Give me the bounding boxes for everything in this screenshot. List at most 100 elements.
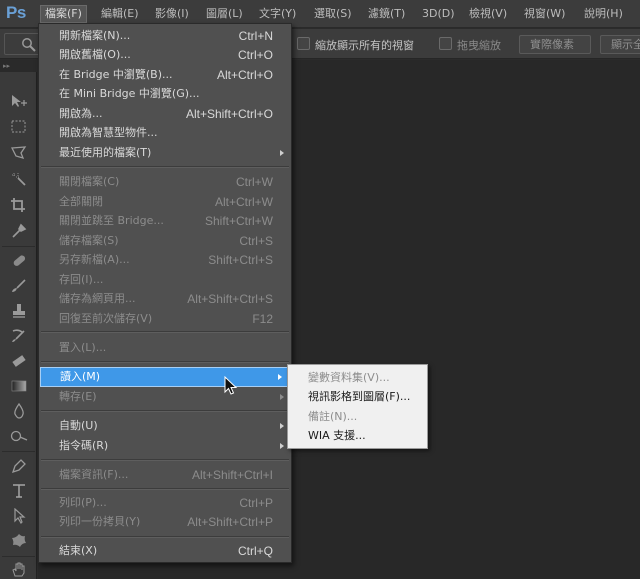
menu-item-check-in[interactable]: 存回(I)... <box>39 270 291 290</box>
menu-item-shortcut: Shift+Ctrl+W <box>204 214 273 228</box>
submenu-arrow-icon <box>280 150 284 156</box>
tool-preset-picker[interactable] <box>4 33 40 55</box>
hand-icon <box>12 562 25 577</box>
menu-item-export[interactable]: 轉存(E) <box>39 387 291 407</box>
menu-item-open-recent[interactable]: 最近使用的檔案(T) <box>39 143 291 163</box>
menu-item-import[interactable]: 讀入(M) <box>40 367 290 387</box>
menu-item-shortcut: F12 <box>252 312 273 326</box>
menu-item-shortcut: Alt+Shift+Ctrl+O <box>185 107 273 121</box>
lasso-tool[interactable] <box>6 142 32 164</box>
stamp-icon <box>13 304 25 318</box>
menu-item-label: 最近使用的檔案(T) <box>59 146 152 159</box>
eraser-tool[interactable] <box>6 350 32 372</box>
menu-item-label: 列印(P)... <box>59 496 107 509</box>
tools-divider <box>2 556 35 557</box>
scrubby-zoom-checkbox[interactable] <box>439 37 452 50</box>
menu-type[interactable]: 文字(Y) <box>255 5 300 23</box>
menu-item-shortcut: Ctrl+Q <box>237 544 273 558</box>
menu-item-automate[interactable]: 自動(U) <box>39 416 291 436</box>
menu-item-file-info[interactable]: 檔案資訊(F)... Alt+Shift+Ctrl+I <box>39 465 291 485</box>
menu-item-scripts[interactable]: 指令碼(R) <box>39 436 291 456</box>
menu-item-open[interactable]: 開啟舊檔(O)... Ctrl+O <box>39 45 291 65</box>
menu-item-label: 全部關閉 <box>59 195 103 208</box>
file-menu-dropdown: 開新檔案(N)... Ctrl+N 開啟舊檔(O)... Ctrl+O 在 Brid… <box>38 23 292 563</box>
menu-item-open-as[interactable]: 開啟為... Alt+Shift+Ctrl+O <box>39 104 291 124</box>
menu-view[interactable]: 檢視(V) <box>465 5 511 23</box>
menu-image[interactable]: 影像(I) <box>151 5 193 23</box>
type-tool[interactable] <box>6 480 32 502</box>
submenu-arrow-icon <box>280 423 284 429</box>
menu-separator <box>41 166 289 168</box>
brush-tool[interactable] <box>6 275 32 297</box>
tools-panel-collapse[interactable]: ▸▸ <box>0 60 37 72</box>
menu-3d[interactable]: 3D(D) <box>418 5 459 23</box>
menu-item-label: 在 Mini Bridge 中瀏覽(G)... <box>59 87 200 100</box>
mouse-cursor-icon <box>224 376 238 395</box>
menu-item-shortcut: Ctrl+N <box>238 29 273 43</box>
menu-item-browse-in-mini-bridge[interactable]: 在 Mini Bridge 中瀏覽(G)... <box>39 84 291 104</box>
fit-screen-button[interactable]: 顯示全 <box>600 35 640 54</box>
menu-item-close-and-go-to-bridge[interactable]: 關閉並跳至 Bridge... Shift+Ctrl+W <box>39 211 291 231</box>
move-icon <box>12 95 27 107</box>
history-brush-icon <box>12 329 25 342</box>
custom-shape-tool[interactable] <box>6 530 32 552</box>
menu-separator <box>41 536 289 538</box>
menu-item-label: 自動(U) <box>59 419 98 432</box>
submenu-item-notes[interactable]: 備註(N)... <box>288 407 427 427</box>
zoom-all-windows-checkbox[interactable] <box>297 37 310 50</box>
eyedropper-tool[interactable] <box>6 220 32 242</box>
menu-item-label: 開新檔案(N)... <box>59 29 131 42</box>
quick-selection-tool[interactable] <box>6 168 32 190</box>
submenu-item-video-frames-to-layers[interactable]: 視訊影格到圖層(F)... <box>288 387 427 407</box>
menu-item-browse-in-bridge[interactable]: 在 Bridge 中瀏覽(B)... Alt+Ctrl+O <box>39 65 291 85</box>
menu-item-save-for-web[interactable]: 儲存為網頁用... Alt+Shift+Ctrl+S <box>39 289 291 309</box>
menu-item-close[interactable]: 關閉檔案(C) Ctrl+W <box>39 172 291 192</box>
submenu-item-wia-support[interactable]: WIA 支援... <box>288 426 427 446</box>
path-selection-tool[interactable] <box>6 505 32 527</box>
menu-item-shortcut: Shift+Ctrl+S <box>208 253 273 267</box>
menu-select[interactable]: 選取(S) <box>310 5 356 23</box>
menu-item-label: 回復至前次儲存(V) <box>59 312 153 325</box>
menu-item-open-as-smart-object[interactable]: 開啟為智慧型物件... <box>39 123 291 143</box>
submenu-item-variable-data-sets[interactable]: 變數資料集(V)... <box>288 368 427 388</box>
menu-item-exit[interactable]: 結束(X) Ctrl+Q <box>39 541 291 561</box>
menu-item-save[interactable]: 儲存檔案(S) Ctrl+S <box>39 231 291 251</box>
menu-item-label: 開啟為智慧型物件... <box>59 126 158 139</box>
menu-separator <box>41 361 289 363</box>
blur-tool[interactable] <box>6 400 32 422</box>
menu-item-label: 在 Bridge 中瀏覽(B)... <box>59 68 173 81</box>
healing-brush-tool[interactable] <box>6 250 32 272</box>
pen-tool[interactable] <box>6 455 32 477</box>
menu-item-label: 儲存檔案(S) <box>59 234 119 247</box>
menu-item-save-as[interactable]: 另存新檔(A)... Shift+Ctrl+S <box>39 250 291 270</box>
menu-item-shortcut: Alt+Shift+Ctrl+I <box>191 468 273 482</box>
menu-edit[interactable]: 編輯(E) <box>97 5 143 23</box>
droplet-icon <box>14 403 24 419</box>
zoom-all-windows-label: 縮放顯示所有的視窗 <box>315 39 414 52</box>
submenu-arrow-icon <box>280 394 284 400</box>
crop-tool[interactable] <box>6 194 32 216</box>
menu-item-print[interactable]: 列印(P)... Ctrl+P <box>39 493 291 513</box>
gradient-tool[interactable] <box>6 375 32 397</box>
tools-divider <box>2 451 35 452</box>
menu-item-revert[interactable]: 回復至前次儲存(V) F12 <box>39 309 291 329</box>
menu-item-new[interactable]: 開新檔案(N)... Ctrl+N <box>39 26 291 46</box>
menu-item-close-all[interactable]: 全部關閉 Alt+Ctrl+W <box>39 192 291 212</box>
menu-item-shortcut: Ctrl+O <box>237 48 273 62</box>
menu-item-label: 關閉檔案(C) <box>59 175 120 188</box>
menu-layer[interactable]: 圖層(L) <box>202 5 247 23</box>
hand-tool[interactable] <box>6 558 32 579</box>
menu-separator <box>41 488 289 490</box>
menu-help[interactable]: 說明(H) <box>580 5 627 23</box>
menu-file[interactable]: 檔案(F) <box>40 5 87 23</box>
actual-pixels-button[interactable]: 實際像素 <box>519 35 591 54</box>
menu-window[interactable]: 視窗(W) <box>520 5 569 23</box>
menu-item-print-one-copy[interactable]: 列印一份拷貝(Y) Alt+Shift+Ctrl+P <box>39 512 291 532</box>
dodge-tool[interactable] <box>6 425 32 447</box>
menu-item-place[interactable]: 置入(L)... <box>39 338 291 358</box>
history-brush-tool[interactable] <box>6 325 32 347</box>
clone-stamp-tool[interactable] <box>6 300 32 322</box>
menu-filter[interactable]: 濾鏡(T) <box>364 5 409 23</box>
rectangular-marquee-tool[interactable] <box>6 116 32 138</box>
move-tool[interactable] <box>6 90 32 112</box>
